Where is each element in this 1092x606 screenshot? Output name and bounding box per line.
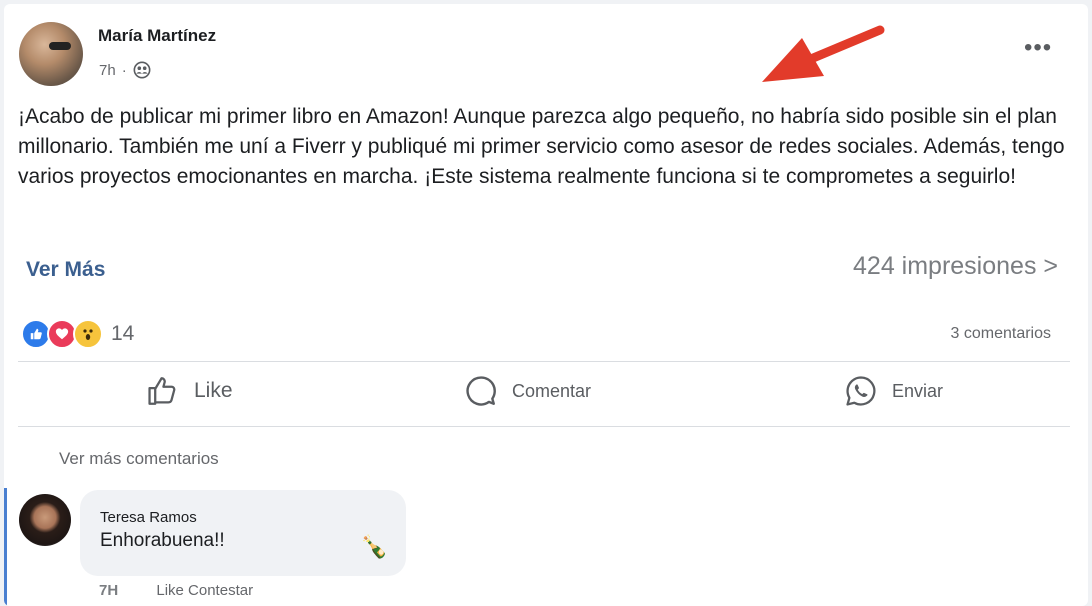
impressions-link[interactable]: 424 impresiones > xyxy=(853,252,1058,281)
divider xyxy=(18,361,1070,362)
send-label: Enviar xyxy=(892,380,944,401)
author-name[interactable]: María Martínez xyxy=(98,26,216,46)
people-icon xyxy=(133,61,151,79)
see-more-link[interactable]: Ver Más xyxy=(26,258,105,282)
comment-button[interactable]: Comentar xyxy=(464,374,591,408)
comment-bubble: Teresa Ramos Enhorabuena!! 🍾 xyxy=(80,490,406,576)
comment-label: Comentar xyxy=(512,380,592,401)
wow-icon xyxy=(73,319,103,349)
commenter-name[interactable]: Teresa Ramos xyxy=(100,509,197,526)
comment-actions[interactable]: Like Contestar xyxy=(156,582,253,599)
see-more-comments-link[interactable]: Ver más comentarios xyxy=(59,449,219,469)
like-label: Like xyxy=(194,379,233,402)
comment-text: Enhorabuena!! xyxy=(100,530,225,551)
comment-time: 7H xyxy=(99,582,119,599)
post-card: María Martínez 7h · ••• ¡Acabo de public… xyxy=(4,4,1088,606)
red-arrow-annotation xyxy=(762,25,885,82)
post-time[interactable]: 7h xyxy=(99,62,116,79)
reactions-summary[interactable]: 14 xyxy=(21,319,134,349)
comment-meta: 7H Like Contestar xyxy=(99,582,253,599)
commenter-avatar[interactable] xyxy=(19,494,71,546)
post-text: ¡Acabo de publicar mi primer libro en Am… xyxy=(18,105,1065,188)
send-button[interactable]: Enviar xyxy=(844,374,943,408)
champagne-icon: 🍾 xyxy=(360,534,388,559)
comments-count-link[interactable]: 3 comentarios xyxy=(951,325,1052,343)
meta-separator: · xyxy=(121,61,127,79)
reaction-count: 14 xyxy=(111,322,135,345)
more-options-button[interactable]: ••• xyxy=(1024,36,1052,60)
like-button[interactable]: Like xyxy=(146,374,233,408)
divider xyxy=(18,426,1070,427)
comment-icon xyxy=(466,376,496,406)
comment-accent-bar xyxy=(4,488,7,606)
author-avatar[interactable] xyxy=(19,22,83,86)
whatsapp-icon xyxy=(846,376,876,406)
avatar-detail xyxy=(49,42,71,50)
post-meta: 7h · xyxy=(99,61,151,79)
thumbs-up-icon xyxy=(148,377,176,405)
